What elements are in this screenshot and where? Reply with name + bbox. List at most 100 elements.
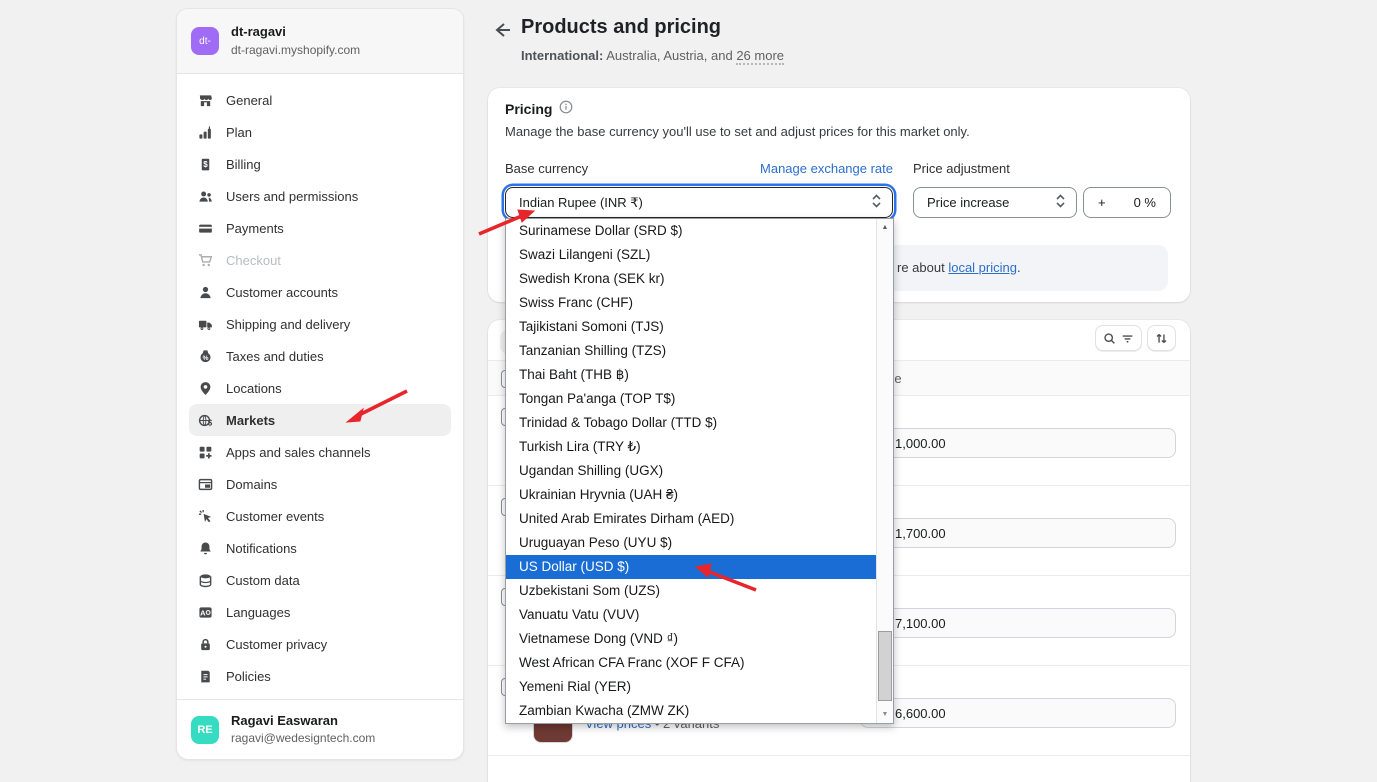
- sidebar-item-label: Policies: [226, 669, 271, 684]
- currency-option[interactable]: Tajikistani Somoni (TJS): [506, 315, 877, 339]
- user-avatar: RE: [191, 716, 219, 744]
- billing-icon: $: [197, 156, 214, 173]
- percent-value: 0 %: [1134, 195, 1156, 210]
- sidebar-item-custom-data[interactable]: Custom data: [189, 564, 451, 596]
- currency-option[interactable]: Uzbekistani Som (UZS): [506, 579, 877, 603]
- sidebar-nav: General Plan $ Billing Users and permiss…: [177, 74, 463, 692]
- pricing-description: Manage the base currency you'll use to s…: [505, 124, 970, 139]
- manage-exchange-rate-link[interactable]: Manage exchange rate: [735, 161, 893, 176]
- price-input[interactable]: 1,700.00: [860, 518, 1176, 548]
- sidebar-item-customer-accounts[interactable]: Customer accounts: [189, 276, 451, 308]
- languages-icon: A: [197, 604, 214, 621]
- sidebar-item-domains[interactable]: Domains: [189, 468, 451, 500]
- base-currency-select[interactable]: Indian Rupee (INR ₹): [505, 187, 893, 218]
- sidebar-item-label: Shipping and delivery: [226, 317, 350, 332]
- currency-option[interactable]: Surinamese Dollar (SRD $): [506, 219, 877, 243]
- checkout-cart-icon: [197, 252, 214, 269]
- sidebar-item-apps-and-sales-channels[interactable]: Apps and sales channels: [189, 436, 451, 468]
- settings-sidebar: dt- dt-ragavi dt-ragavi.myshopify.com Ge…: [176, 8, 464, 760]
- store-icon: [197, 92, 214, 109]
- sidebar-item-checkout: Checkout: [189, 244, 451, 276]
- currency-option[interactable]: Tongan Pa'anga (TOP T$): [506, 387, 877, 411]
- base-currency-value: Indian Rupee (INR ₹): [519, 195, 643, 211]
- sidebar-item-billing[interactable]: $ Billing: [189, 148, 451, 180]
- currency-option-selected[interactable]: US Dollar (USD $): [506, 555, 877, 579]
- sidebar-item-label: Apps and sales channels: [226, 445, 371, 460]
- price-input[interactable]: 1,000.00: [860, 428, 1176, 458]
- pricing-card-title: Pricing: [505, 101, 552, 117]
- local-pricing-link[interactable]: local pricing: [948, 260, 1017, 275]
- bell-icon: [197, 540, 214, 557]
- sidebar-item-customer-privacy[interactable]: Customer privacy: [189, 628, 451, 660]
- sidebar-item-label: General: [226, 93, 272, 108]
- currency-option[interactable]: Thai Baht (THB ฿): [506, 363, 877, 387]
- currency-option[interactable]: Zambian Kwacha (ZMW ZK): [506, 699, 877, 723]
- users-icon: [197, 188, 214, 205]
- currency-option[interactable]: United Arab Emirates Dirham (AED): [506, 507, 877, 531]
- percent-sign-prefix: +: [1098, 195, 1106, 210]
- currency-option[interactable]: West African CFA Franc (XOF F CFA): [506, 651, 877, 675]
- user-footer[interactable]: RE Ragavi Easwaran ragavi@wedesigntech.c…: [177, 699, 463, 759]
- sidebar-item-label: Custom data: [226, 573, 300, 588]
- base-currency-label: Base currency: [505, 161, 588, 176]
- dropdown-scrollbar[interactable]: ▲ ▼: [876, 219, 893, 723]
- currency-option[interactable]: Turkish Lira (TRY ₺): [506, 435, 877, 459]
- currency-option[interactable]: Ukrainian Hryvnia (UAH ₴): [506, 483, 877, 507]
- price-input[interactable]: 6,600.00: [860, 698, 1176, 728]
- lock-icon: [197, 636, 214, 653]
- currency-option[interactable]: Swedish Krona (SEK kr): [506, 267, 877, 291]
- truck-icon: [197, 316, 214, 333]
- sort-button[interactable]: [1147, 325, 1176, 351]
- sidebar-item-languages[interactable]: A Languages: [189, 596, 451, 628]
- sidebar-item-label: Taxes and duties: [226, 349, 324, 364]
- currency-option[interactable]: Yemeni Rial (YER): [506, 675, 877, 699]
- sidebar-item-general[interactable]: General: [189, 84, 451, 116]
- dropdown-scrollbar-thumb[interactable]: [878, 631, 892, 701]
- chevron-updown-icon: [1055, 194, 1066, 211]
- search-icon: [1103, 332, 1116, 345]
- domains-icon: [197, 476, 214, 493]
- currency-option[interactable]: Vanuatu Vatu (VUV): [506, 603, 877, 627]
- sidebar-item-markets[interactable]: $ Markets: [189, 404, 451, 436]
- currency-option[interactable]: Trinidad & Tobago Dollar (TTD $): [506, 411, 877, 435]
- scroll-up-arrow-icon[interactable]: ▲: [877, 219, 893, 236]
- sidebar-item-users-and-permissions[interactable]: Users and permissions: [189, 180, 451, 212]
- scroll-down-arrow-icon[interactable]: ▼: [877, 706, 893, 723]
- currency-option[interactable]: Ugandan Shilling (UGX): [506, 459, 877, 483]
- sidebar-item-label: Billing: [226, 157, 261, 172]
- currency-option[interactable]: Swazi Lilangeni (SZL): [506, 243, 877, 267]
- currency-option[interactable]: Uruguayan Peso (UYU $): [506, 531, 877, 555]
- price-adjustment-value: Price increase: [927, 195, 1009, 210]
- currency-option[interactable]: Tanzanian Shilling (TZS): [506, 339, 877, 363]
- sidebar-item-payments[interactable]: Payments: [189, 212, 451, 244]
- chevron-updown-icon: [871, 194, 882, 211]
- back-arrow-icon[interactable]: [492, 20, 512, 40]
- document-icon: [197, 668, 214, 685]
- price-input[interactable]: 7,100.00: [860, 608, 1176, 638]
- page-subtitle: International: Australia, Austria, and 2…: [521, 48, 784, 63]
- sidebar-item-taxes-and-duties[interactable]: % Taxes and duties: [189, 340, 451, 372]
- currency-option[interactable]: Vietnamese Dong (VND ₫): [506, 627, 877, 651]
- info-icon[interactable]: [559, 100, 573, 117]
- markets-globe-icon: $: [197, 412, 214, 429]
- sidebar-item-policies[interactable]: Policies: [189, 660, 451, 692]
- price-adjustment-select[interactable]: Price increase: [913, 187, 1077, 218]
- sidebar-item-label: Domains: [226, 477, 277, 492]
- sidebar-item-notifications[interactable]: Notifications: [189, 532, 451, 564]
- subtitle-text: Australia, Austria, and: [603, 48, 736, 63]
- price-adjustment-label: Price adjustment: [913, 161, 1010, 176]
- shop-name: dt-ragavi: [231, 24, 360, 40]
- filter-icon: [1121, 332, 1134, 345]
- currency-option[interactable]: Swiss Franc (CHF): [506, 291, 877, 315]
- price-adjustment-percent-input[interactable]: + 0 %: [1083, 187, 1171, 218]
- sidebar-item-shipping-and-delivery[interactable]: Shipping and delivery: [189, 308, 451, 340]
- sidebar-item-label: Plan: [226, 125, 252, 140]
- sidebar-item-label: Locations: [226, 381, 282, 396]
- sidebar-item-plan[interactable]: Plan: [189, 116, 451, 148]
- sidebar-item-customer-events[interactable]: Customer events: [189, 500, 451, 532]
- shop-header[interactable]: dt- dt-ragavi dt-ragavi.myshopify.com: [177, 9, 463, 74]
- more-countries-link[interactable]: 26 more: [736, 48, 784, 65]
- sidebar-item-label: Customer privacy: [226, 637, 327, 652]
- sidebar-item-locations[interactable]: Locations: [189, 372, 451, 404]
- search-and-filter-button[interactable]: [1095, 325, 1142, 351]
